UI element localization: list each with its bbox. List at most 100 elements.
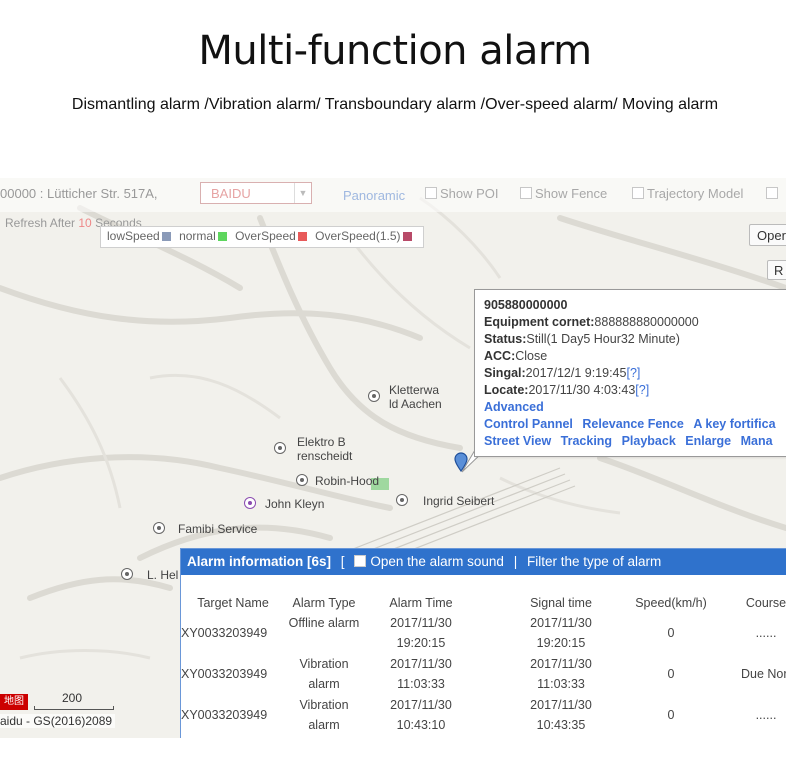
table-row[interactable]: XY0033203949 Offline alarm 2017/11/30 19:… <box>181 613 786 654</box>
legend-swatch <box>402 232 412 241</box>
equipment-value: 888888880000000 <box>594 315 699 329</box>
alarm-header: Alarm information [6s] [ Open the alarm … <box>181 549 786 575</box>
map-copyright: aidu - GS(2016)2089 <box>0 714 116 728</box>
poi-l-hel[interactable]: L. Hel <box>121 568 178 582</box>
bracket: [ <box>340 554 345 569</box>
divider: | <box>513 554 518 569</box>
enlarge-link[interactable]: Enlarge <box>685 434 731 448</box>
page-subtitle: Dismantling alarm /Vibration alarm/ Tran… <box>71 96 719 113</box>
column-header: Target Name <box>197 596 269 610</box>
tracking-link[interactable]: Tracking <box>561 434 612 448</box>
acc-label: ACC: <box>484 349 516 363</box>
poi-icon <box>244 497 256 509</box>
manage-link[interactable]: Mana <box>741 434 773 448</box>
poi-john-kleyn[interactable]: John Kleyn <box>244 497 324 511</box>
status-label: Status: <box>484 332 527 346</box>
signal-label: Singal: <box>484 366 526 380</box>
locate-row: Locate:2017/11/30 4:03:43[?] <box>484 382 786 399</box>
extra-checkbox[interactable] <box>766 186 781 201</box>
control-panel-link[interactable]: Control Pannel <box>484 417 573 431</box>
key-fortification-link[interactable]: A key fortifica <box>693 417 775 431</box>
legend-item-overspeed: OverSpeed <box>235 229 307 243</box>
street-view-link[interactable]: Street View <box>484 434 551 448</box>
table-row[interactable]: XY0033203949 Vibration alarm 2017/11/30 10… <box>181 695 786 736</box>
relevance-fence-link[interactable]: Relevance Fence <box>582 417 683 431</box>
poi-famibi-service[interactable]: Famibi Service <box>153 522 257 536</box>
checkbox-icon <box>354 555 367 567</box>
signal-help-link[interactable]: [?] <box>626 366 640 380</box>
poi-icon <box>153 522 165 534</box>
table-row[interactable]: XY0033203949 Vibration alarm 2017/11/30 11… <box>181 654 786 695</box>
speed: 0 <box>667 626 675 640</box>
course: Due Nort <box>740 667 786 681</box>
locate-label: Locate: <box>484 383 529 397</box>
open-alarm-sound-toggle[interactable]: Open the alarm sound <box>354 554 504 569</box>
device-id: 905880000000 <box>484 298 568 312</box>
speed: 0 <box>667 667 675 681</box>
alarm-title: Alarm information [6s] <box>187 554 332 569</box>
filter-alarm-type-link[interactable]: Filter the type of alarm <box>527 554 661 569</box>
poi-elektro[interactable]: Elektro B renscheidt <box>274 435 352 463</box>
course: ...... <box>755 626 777 640</box>
popup-links-row-2: Street View Tracking Playback Enlarge Ma… <box>484 433 786 450</box>
target-name: XY0033203949 <box>181 667 268 681</box>
poi-icon <box>396 494 408 506</box>
r-button[interactable]: R <box>767 260 786 280</box>
locate-value: 2017/11/30 4:03:43 <box>528 383 636 397</box>
course: ...... <box>755 708 777 722</box>
advanced-link[interactable]: Advanced <box>484 399 786 416</box>
tracking-screen: 00000 : Lütticher Str. 517A, BAIDU ▼ Pan… <box>0 178 786 738</box>
page-title: Multi-function alarm <box>198 28 592 74</box>
legend-item-overspeed-1-5: OverSpeed(1.5) <box>315 229 412 243</box>
legend-item-normal: normal <box>179 229 227 243</box>
refresh-prefix: Refresh After <box>5 216 76 230</box>
status-row: Status:Still(1 Day5 Hour32 Minute) <box>484 331 786 348</box>
trajectory-model-checkbox[interactable]: Trajectory Model <box>632 186 743 201</box>
checkbox-icon <box>766 187 778 199</box>
open-button[interactable]: Oper <box>749 224 786 246</box>
map-logo: 地图 <box>0 694 28 710</box>
poi-ingrid-seibert[interactable]: Ingrid Seibert <box>396 494 494 508</box>
panoramic-link[interactable]: Panoramic <box>343 188 405 203</box>
poi-robin-hood[interactable]: Robin-Hood <box>296 474 379 488</box>
speed: 0 <box>667 708 675 722</box>
alarm-table: Target Name Alarm Type Alarm Time Signal… <box>181 593 786 736</box>
poi-kletterwald[interactable]: Kletterwa ld Aachen <box>368 383 442 411</box>
poi-label: Elektro B <box>297 435 346 449</box>
current-address: 00000 : Lütticher Str. 517A, <box>0 186 158 201</box>
poi-label: ld Aachen <box>389 397 442 411</box>
signal-row: Singal:2017/12/1 9:19:45[?] <box>484 365 786 382</box>
show-fence-label: Show Fence <box>535 186 608 201</box>
device-info-popup: 905880000000 Equipment cornet:8888888800… <box>474 289 786 457</box>
poi-icon <box>121 568 133 580</box>
legend-label: lowSpeed <box>107 229 160 243</box>
legend-label: OverSpeed <box>235 229 296 243</box>
show-fence-checkbox[interactable]: Show Fence <box>520 186 607 201</box>
legend-label: OverSpeed(1.5) <box>315 229 401 243</box>
signal-time: 2017/11/30 19:20:15 <box>530 616 592 650</box>
acc-row: ACC:Close <box>484 348 786 365</box>
map-provider-value: BAIDU <box>211 186 251 201</box>
column-header: Alarm Time <box>389 596 453 610</box>
poi-icon <box>296 474 308 486</box>
alarm-time: 2017/11/30 11:03:33 <box>390 657 452 691</box>
open-alarm-sound-label: Open the alarm sound <box>370 554 504 569</box>
locate-help-link[interactable]: [?] <box>635 383 649 397</box>
poi-label: Famibi Service <box>178 522 258 536</box>
trajectory-model-label: Trajectory Model <box>647 186 744 201</box>
poi-label: Ingrid Seibert <box>423 494 495 508</box>
alarm-information-panel: Alarm information [6s] [ Open the alarm … <box>180 548 786 738</box>
playback-link[interactable]: Playback <box>622 434 676 448</box>
equipment-label: Equipment cornet: <box>484 315 595 329</box>
map-provider-select[interactable]: BAIDU ▼ <box>200 182 312 204</box>
show-poi-checkbox[interactable]: Show POI <box>425 186 499 201</box>
column-header: Signal time <box>530 596 592 610</box>
scale-bar <box>34 706 114 710</box>
equipment-row: Equipment cornet:888888880000000 <box>484 314 786 331</box>
alarm-time: 2017/11/30 19:20:15 <box>390 616 452 650</box>
poi-label: Robin-Hood <box>315 474 380 488</box>
alarm-type: Vibration alarm <box>299 698 349 732</box>
legend-swatch <box>217 232 227 241</box>
checkbox-icon <box>425 187 437 199</box>
column-header: Alarm Type <box>292 596 356 610</box>
